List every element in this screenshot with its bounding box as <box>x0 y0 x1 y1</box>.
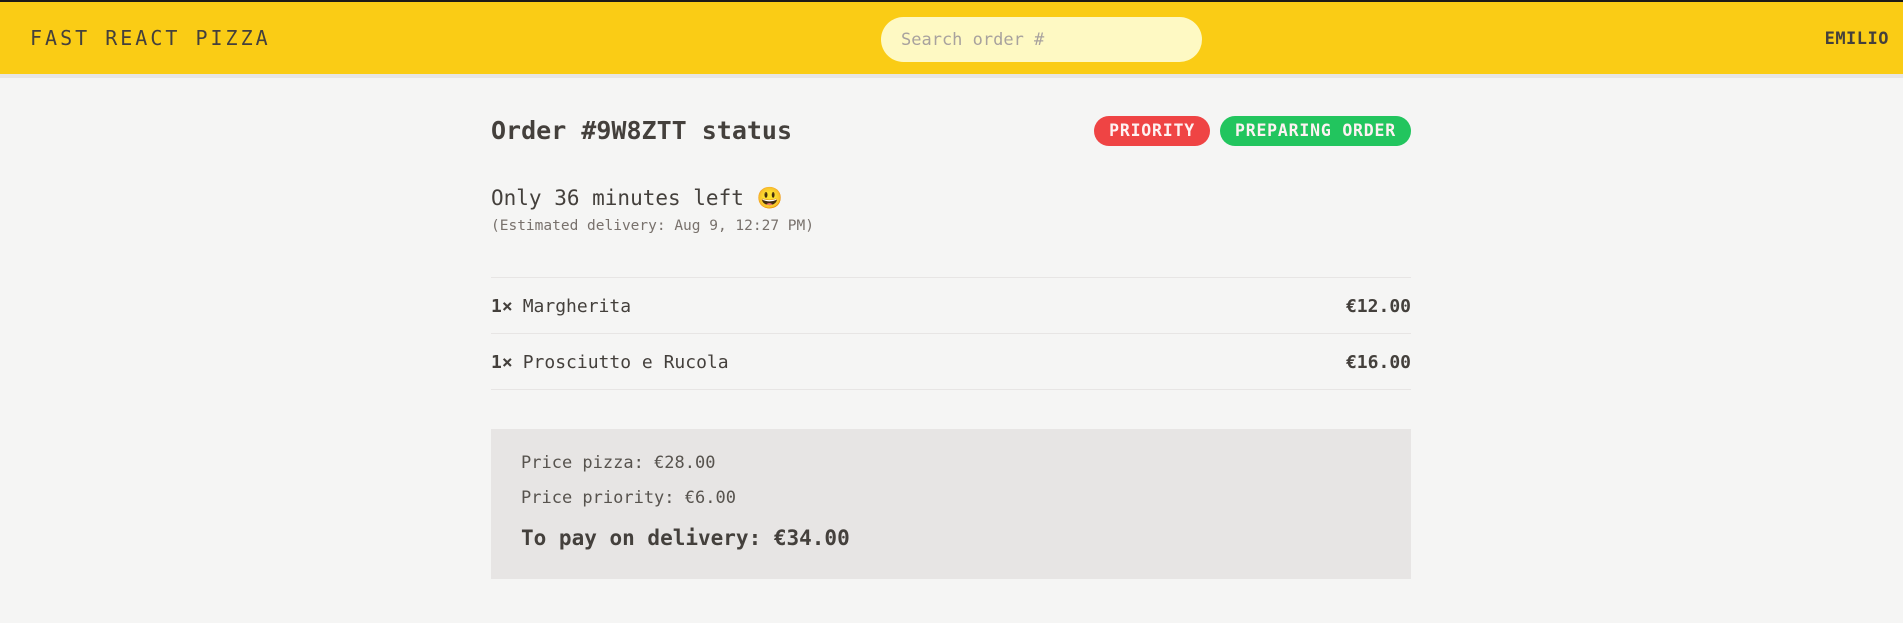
item-name: Prosciutto e Rucola <box>522 352 729 373</box>
item-description: 1× Prosciutto e Rucola <box>491 352 729 373</box>
logo-link[interactable]: FAST REACT PIZZA <box>30 26 271 50</box>
item-name: Margherita <box>522 296 632 317</box>
estimated-delivery: (Estimated delivery: Aug 9, 12:27 PM) <box>491 218 815 234</box>
list-item: 1× Prosciutto e Rucola €16.00 <box>491 334 1411 390</box>
app-header: FAST REACT PIZZA EMILIO <box>0 0 1903 78</box>
price-priority: Price priority: €6.00 <box>521 488 736 508</box>
order-title-row: Order #9W8ZTT status PRIORITY PREPARING … <box>491 116 1411 150</box>
item-quantity: 1× <box>491 352 513 373</box>
item-description: 1× Margherita <box>491 296 631 317</box>
order-badges: PRIORITY PREPARING ORDER <box>1094 116 1411 146</box>
item-price: €12.00 <box>1345 296 1411 317</box>
search-order-input[interactable] <box>881 17 1202 62</box>
price-summary: Price pizza: €28.00 Price priority: €6.0… <box>491 429 1411 579</box>
order-title: Order #9W8ZTT status <box>491 116 793 145</box>
list-item: 1× Margherita €12.00 <box>491 278 1411 334</box>
priority-badge: PRIORITY <box>1094 116 1210 146</box>
delivery-countdown: Only 36 minutes left 😃 <box>491 186 783 210</box>
price-pizza: Price pizza: €28.00 <box>521 453 716 473</box>
status-badge: PREPARING ORDER <box>1219 116 1411 146</box>
item-price: €16.00 <box>1345 352 1411 373</box>
username: EMILIO <box>1824 29 1889 49</box>
total-due: To pay on delivery: €34.00 <box>521 526 850 550</box>
item-quantity: 1× <box>491 296 513 317</box>
order-items-list: 1× Margherita €12.00 1× Prosciutto e Rucol… <box>491 277 1411 390</box>
